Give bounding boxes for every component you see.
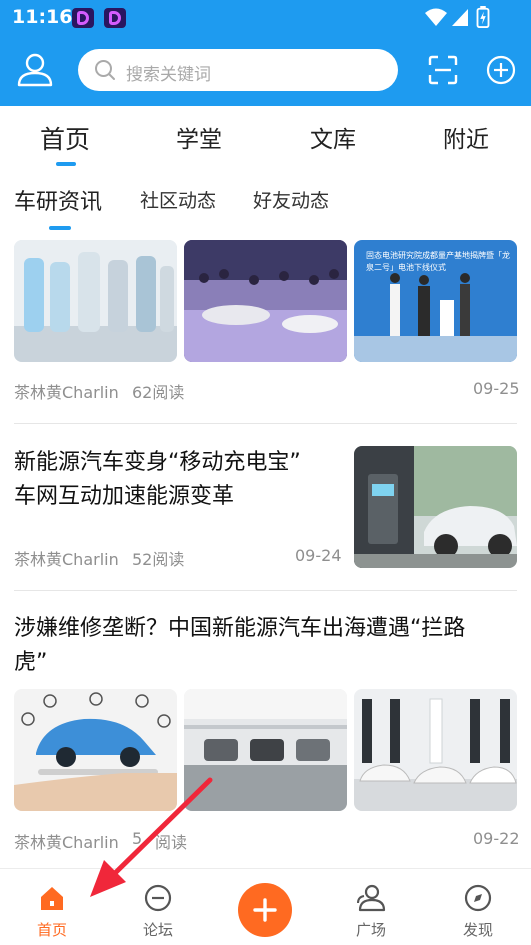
tab-home[interactable]: 首页 (40, 120, 90, 156)
article-title-line: 虎” (14, 650, 48, 675)
article-date: 09-25 (473, 379, 520, 398)
article-reads-tail: 阅读 (155, 833, 188, 852)
article-author: 茶林黄Charlin (14, 833, 119, 852)
subtab-friends[interactable]: 好友动态 (253, 186, 329, 213)
service-workshop-photo (184, 689, 347, 811)
create-post-button[interactable] (238, 883, 292, 937)
article-title-line: 涉嫌维修垄断？中国新能源汽车出海遭遇“拦路 (14, 616, 466, 641)
article-title: 新能源汽车变身“移动充电宝” 车网互动加速能源变革 (14, 446, 301, 514)
search-placeholder: 搜索关键词 (126, 65, 211, 85)
divider (14, 590, 517, 591)
notification-app-icon (72, 8, 94, 28)
showroom-photo (354, 689, 517, 811)
tab-nearby[interactable]: 附近 (443, 120, 489, 154)
nav-home-label: 首页 (36, 921, 67, 939)
article-title-line: 新能源汽车变身“移动充电宝” (14, 450, 301, 475)
tab-library[interactable]: 文库 (310, 120, 356, 154)
status-time: 11:16 (12, 6, 73, 28)
tab-indicator (56, 162, 76, 166)
notification-app-icon (104, 8, 126, 28)
article-date: 09-24 (295, 546, 342, 565)
tab-academy[interactable]: 学堂 (176, 120, 222, 154)
article-author: 茶林黄Charlin (14, 383, 119, 402)
add-circle-icon[interactable] (485, 54, 517, 86)
nav-square-label: 广场 (355, 921, 386, 939)
bottom-nav: 首页 论坛 广场 发现 (0, 868, 531, 945)
battery-line-ceremony-photo: 固态电池研究院成都量产基地揭牌暨「龙泉二号」电池下线仪式 (354, 240, 517, 362)
main-tabs: 首页 学堂 文库 附近 (0, 106, 531, 176)
nav-square[interactable]: 广场 (331, 869, 411, 945)
user-avatar-icon[interactable] (16, 50, 54, 88)
wifi-icon (425, 8, 447, 26)
charging-station-photo (354, 446, 517, 568)
nav-forum[interactable]: 论坛 (118, 869, 198, 945)
auto-show-crowd-photo (184, 240, 347, 362)
sub-tabs: 车研资讯 社区动态 好友动态 (0, 176, 531, 232)
subtab-indicator (49, 226, 71, 230)
article-title: 涉嫌维修垄断？中国新能源汽车出海遭遇“拦路 虎” (14, 612, 465, 680)
home-icon (41, 887, 63, 910)
search-icon (95, 60, 115, 80)
battery-icon (476, 6, 490, 28)
forum-icon (144, 884, 172, 912)
app-header: 11:16 搜索关键词 (0, 0, 531, 106)
app-screen: 11:16 搜索关键词 首页 学堂 文库 附近 车研资讯 社区动态 好友动态 固… (0, 0, 531, 945)
nav-home[interactable]: 首页 (12, 869, 92, 945)
battery-cells-photo (14, 240, 177, 362)
article-title-line: 车网互动加速能源变革 (14, 484, 235, 509)
subtab-car-news[interactable]: 车研资讯 (14, 184, 102, 216)
scan-icon[interactable] (427, 54, 459, 86)
article-reads: 62阅读 (132, 383, 185, 402)
signal-icon (452, 9, 468, 26)
article-reads: 5 (132, 829, 143, 848)
nav-discover[interactable]: 发现 (438, 869, 518, 945)
search-input[interactable]: 搜索关键词 (78, 49, 398, 91)
ceremony-banner-text: 固态电池研究院成都量产基地揭牌暨「龙泉二号」电池下线仪式 (366, 251, 510, 272)
tablet-car-diagram-photo (14, 689, 177, 811)
subtab-community[interactable]: 社区动态 (140, 186, 216, 213)
article-author: 茶林黄Charlin (14, 550, 119, 569)
divider (14, 423, 517, 424)
article-reads: 52阅读 (132, 550, 185, 569)
status-bar: 11:16 (0, 0, 531, 36)
nav-forum-label: 论坛 (142, 921, 173, 939)
discover-icon (464, 884, 492, 912)
plus-icon (253, 898, 277, 922)
article-date: 09-22 (473, 829, 520, 848)
search-row: 搜索关键词 (0, 46, 531, 94)
people-icon (357, 884, 386, 912)
nav-discover-label: 发现 (462, 921, 493, 939)
